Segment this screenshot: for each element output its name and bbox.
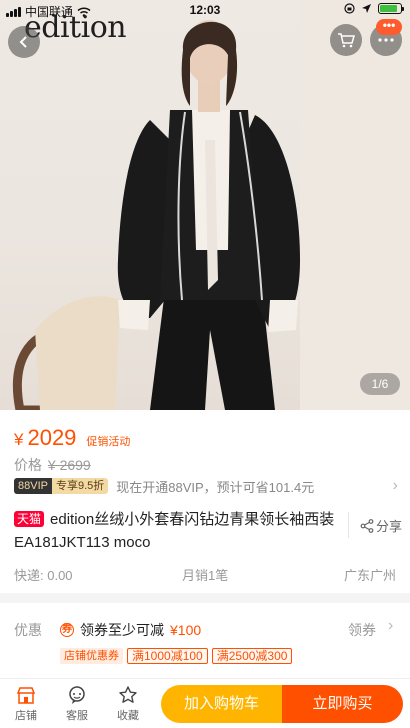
coupon-text: 领券至少可减 (80, 622, 164, 638)
divider (348, 512, 349, 538)
ship-location: 广东广州 (343, 568, 396, 583)
orientation-lock-icon (344, 3, 355, 14)
coupon-summary[interactable]: 券 领券至少可减 ¥100 (60, 620, 201, 640)
original-price-label: 价格 (14, 457, 42, 473)
favorite-nav-label: 收藏 (117, 710, 139, 722)
share-button[interactable]: 分享 (360, 516, 402, 535)
star-icon (119, 686, 137, 703)
section-divider (0, 593, 410, 603)
vip-tag: 88VIP 专享9.5折 (14, 478, 109, 494)
cart-icon (338, 33, 355, 48)
promo-label[interactable]: 促销活动 (86, 433, 130, 449)
favorite-nav-button[interactable]: 收藏 (108, 685, 148, 723)
coupon-tags: 店铺优惠券 满1000减100 满2500减300 (60, 648, 293, 664)
status-icons (344, 3, 404, 14)
chevron-right-icon: › (392, 477, 398, 494)
product-photo (12, 0, 410, 410)
coupon-icon: 券 (60, 623, 74, 637)
currency-symbol: ¥ (14, 430, 24, 449)
buy-now-button[interactable]: 立即购买 (282, 685, 403, 723)
notification-badge: ••• (376, 19, 402, 35)
original-price: ¥ 2699 (47, 457, 91, 473)
location-icon (362, 4, 371, 13)
monthly-sales: 月销1笔 (182, 568, 229, 583)
product-title: 天猫 edition丝绒小外套春闪钻边青果领长袖西装EA181JKT113 moc… (14, 508, 344, 554)
image-page-indicator: 1/6 (360, 373, 400, 395)
share-label: 分享 (376, 519, 403, 534)
delivery-fee: 快递: 0.00 (14, 568, 73, 583)
customer-service-icon (69, 686, 85, 704)
coupon-label: 优惠 (14, 622, 42, 638)
tmall-badge: 天猫 (14, 511, 45, 527)
product-image[interactable] (0, 0, 410, 410)
battery-icon (378, 3, 404, 14)
store-coupon-tag: 店铺优惠券 (60, 648, 123, 664)
more-dots-icon (378, 38, 394, 42)
vip-row[interactable]: 88VIP 专享9.5折 现在开通88VIP，预计可省101.4元 › (14, 476, 400, 496)
coupon-tag[interactable]: 满1000减100 (127, 648, 208, 664)
price-row: ¥ 2029 促销活动 (14, 425, 130, 451)
vip-tag-left: 88VIP (14, 478, 52, 494)
current-price: 2029 (27, 425, 77, 450)
add-to-cart-button[interactable]: 加入购物车 (161, 685, 282, 723)
product-title-text: edition丝绒小外套春闪钻边青果领长袖西装EA181JKT113 moco (14, 511, 335, 551)
chevron-right-icon: › (388, 617, 394, 634)
vip-tag-right: 专享9.5折 (51, 478, 109, 494)
cart-button[interactable] (330, 24, 362, 56)
claim-coupon-button[interactable]: 领券 (348, 620, 376, 640)
service-nav-label: 客服 (66, 710, 88, 722)
share-icon (360, 518, 374, 533)
coupon-tag[interactable]: 满2500减300 (211, 648, 293, 664)
original-price-row: 价格 ¥ 2699 (14, 455, 91, 475)
service-nav-button[interactable]: 客服 (57, 685, 97, 723)
vip-text: 现在开通88VIP，预计可省101.4元 (116, 479, 315, 495)
back-arrow-icon (19, 36, 27, 48)
store-icon (16, 687, 36, 704)
back-button[interactable] (8, 26, 40, 58)
coupon-amount: ¥100 (170, 622, 202, 638)
bottom-action-bar: 店铺 客服 收藏 加入购物车 立即购买 (0, 678, 410, 728)
store-nav-button[interactable]: 店铺 (6, 685, 46, 723)
store-nav-label: 店铺 (15, 710, 37, 722)
